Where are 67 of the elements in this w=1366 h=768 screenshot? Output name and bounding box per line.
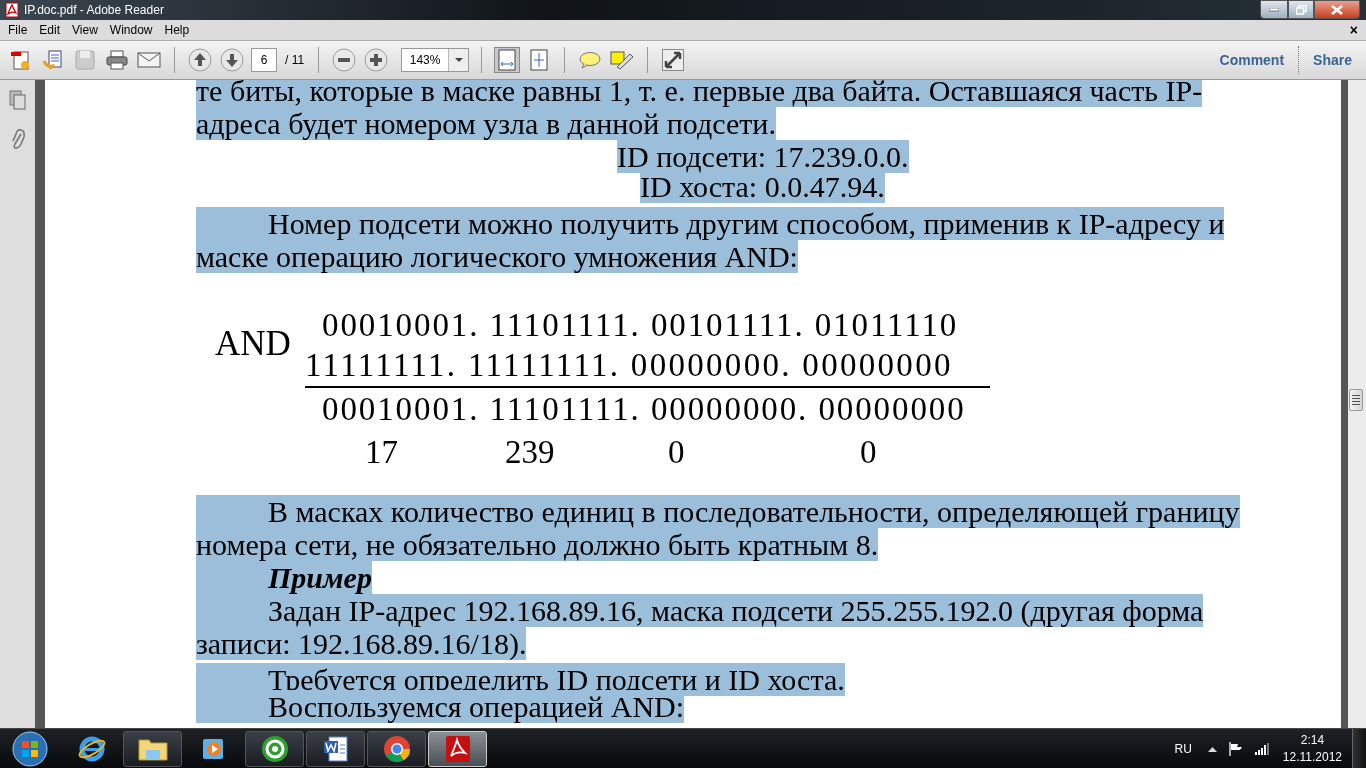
heading: Пример — [196, 561, 372, 594]
clock-time[interactable]: 2:14 — [1300, 731, 1325, 749]
minimize-icon — [1269, 7, 1279, 12]
start-button[interactable] — [12, 730, 48, 767]
signal-icon[interactable] — [1254, 742, 1269, 755]
decimal-value: 0 — [860, 433, 877, 472]
comment-bubble-icon[interactable] — [579, 51, 602, 69]
menu-item[interactable]: Window — [103, 21, 159, 39]
paragraph: В масках количество единиц в последовательности, определяющей границу номера сети, не обязательно должно быть кратным 8. — [196, 495, 1240, 561]
page-number-field[interactable]: 6 — [251, 48, 277, 72]
menu-item[interactable]: File — [2, 21, 34, 39]
caret-icon — [454, 58, 463, 62]
paragraph: Воспользуемся операцией AND: — [196, 690, 685, 723]
restore-icon — [1295, 4, 1307, 15]
at-sign-icon — [260, 734, 289, 763]
taskbar-app-button[interactable] — [306, 730, 365, 767]
decimal-value: 239 — [505, 433, 555, 472]
print-icon[interactable] — [106, 50, 128, 70]
scrollbar[interactable] — [1348, 80, 1366, 728]
paragraph: те биты, которые в маске равны 1, т. е. первые два байта. Оставшаяся часть IP- адреса будет номером узла в данной подсети. — [196, 80, 1203, 140]
open-file-icon[interactable] — [42, 49, 64, 71]
paragraph: ID подсети: 17.239.0.0. — [617, 140, 909, 173]
minimize-button[interactable] — [1260, 0, 1288, 19]
clock-date[interactable]: 12.11.2012 — [1282, 748, 1342, 766]
round-browser-icon — [382, 734, 411, 763]
paperclip-icon[interactable] — [10, 128, 25, 150]
decimal-value: 17 — [365, 433, 398, 472]
pdf-reader-icon — [444, 734, 471, 763]
taskbar-app-button[interactable] — [123, 730, 182, 767]
taskbar-app-button[interactable] — [367, 730, 426, 767]
restore-button[interactable] — [1288, 0, 1314, 19]
decimal-value: 0 — [668, 433, 685, 472]
menu-close-button[interactable]: × — [1349, 23, 1358, 37]
close-button[interactable] — [1314, 0, 1360, 19]
operator-label: AND — [215, 324, 291, 364]
menu-item[interactable]: View — [66, 21, 104, 39]
paragraph: Задан IP-адрес 192.168.89.16, маска подсети 255.255.192.0 (другая форма записи: 192.168.89.16/18). — [196, 594, 1204, 660]
zoom-dropdown[interactable]: 143% — [401, 48, 470, 72]
pane-link[interactable]: Share — [1313, 49, 1352, 71]
flag-icon[interactable] — [1228, 741, 1243, 756]
window-title: IP.doc.pdf - Adobe Reader — [24, 2, 164, 19]
page-count: / 11 — [285, 52, 305, 69]
language-indicator[interactable]: RU — [1174, 739, 1192, 758]
email-icon[interactable] — [137, 51, 161, 69]
show-desktop-button[interactable] — [1352, 729, 1366, 768]
expand-icon[interactable] — [662, 49, 685, 71]
binary-number: 11111111. 11111111. 00000000. 00000000 — [305, 346, 953, 385]
menu-item[interactable]: Help — [158, 21, 196, 39]
menu-item[interactable]: Edit — [33, 21, 67, 39]
paragraph: Номер подсети можно получить другим способом, применив к IP-адресу и маске операцию логического умножения AND: — [196, 207, 1225, 273]
fit-page-icon[interactable] — [529, 49, 550, 71]
show-hidden-icons-icon[interactable] — [1207, 745, 1217, 752]
pane-link[interactable]: Comment — [1219, 49, 1285, 71]
pages-icon[interactable] — [8, 90, 27, 110]
taskbar-app-button[interactable] — [245, 730, 304, 767]
zoom-in-icon[interactable] — [364, 48, 389, 72]
create-document-icon[interactable] — [10, 49, 32, 71]
close-icon — [1331, 4, 1343, 15]
binary-number: 00010001. 11101111. 00000000. 00000000 — [322, 390, 966, 429]
pdf-icon — [4, 2, 20, 18]
scrollbar-thumb[interactable] — [1349, 389, 1363, 411]
browser-e-icon — [77, 734, 106, 763]
zoom-out-icon[interactable] — [332, 48, 357, 72]
binary-number: 00010001. 11101111. 00101111. 01011110 — [322, 306, 959, 345]
document-w-icon — [322, 734, 349, 763]
highlight-text-icon[interactable] — [610, 50, 635, 70]
fit-width-icon[interactable] — [494, 47, 521, 73]
